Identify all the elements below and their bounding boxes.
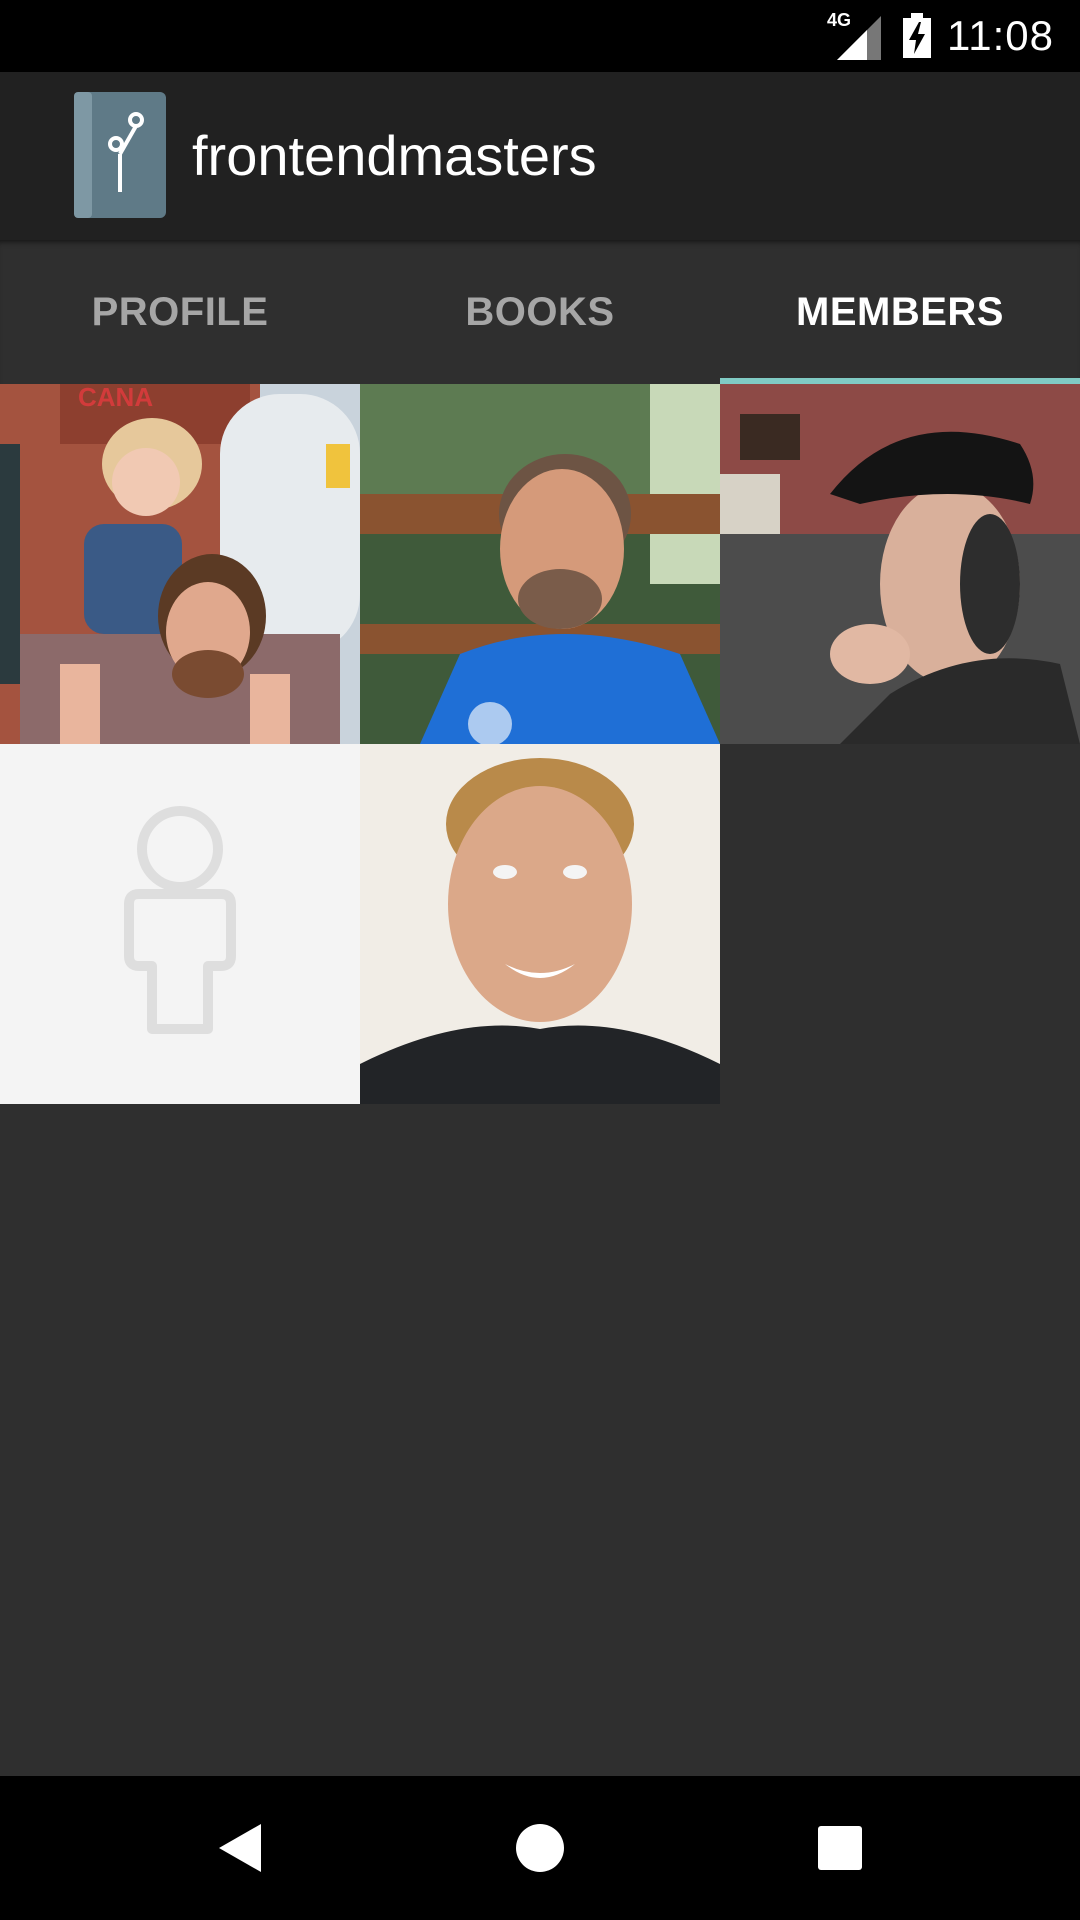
members-grid: CANA: [0, 384, 1080, 1104]
status-icons: 4G 11:08: [827, 0, 1054, 72]
member-photo: CANA: [0, 384, 360, 744]
tab-label: MEMBERS: [796, 289, 1004, 334]
tab-profile[interactable]: PROFILE: [0, 240, 360, 384]
signal-icon: 4G: [827, 10, 883, 62]
member-avatar[interactable]: [720, 384, 1080, 744]
status-bar: 4G 11:08: [0, 0, 1080, 72]
recents-button[interactable]: [768, 1776, 912, 1920]
member-avatar[interactable]: [0, 744, 360, 1104]
recents-icon: [818, 1826, 862, 1870]
tab-label: PROFILE: [91, 289, 269, 334]
member-photo: [360, 744, 720, 1104]
member-avatar[interactable]: [360, 744, 720, 1104]
back-button[interactable]: [169, 1776, 313, 1920]
git-branch-book-icon: [74, 92, 166, 218]
system-nav-bar: [0, 1776, 1080, 1920]
member-photo: [720, 384, 1080, 744]
svg-text:CANA: CANA: [78, 384, 153, 412]
app-title: frontendmasters: [192, 124, 597, 187]
default-person-icon: [0, 744, 360, 1104]
back-icon: [219, 1824, 261, 1872]
status-time: 11:08: [947, 12, 1054, 59]
members-panel: CANA: [0, 384, 1080, 1776]
tab-members[interactable]: MEMBERS: [720, 240, 1080, 385]
member-avatar[interactable]: [360, 384, 720, 744]
tab-label: BOOKS: [465, 289, 615, 334]
member-avatar[interactable]: CANA: [0, 384, 360, 744]
home-button[interactable]: [468, 1776, 612, 1920]
network-type-label: 4G: [827, 10, 852, 30]
battery-charging-icon: [903, 13, 931, 58]
home-icon: [516, 1824, 564, 1872]
tab-bar: PROFILE BOOKS MEMBERS: [0, 240, 1080, 385]
app-toolbar: frontendmasters: [0, 72, 1080, 240]
member-photo: [360, 384, 720, 744]
tab-books[interactable]: BOOKS: [360, 240, 720, 384]
